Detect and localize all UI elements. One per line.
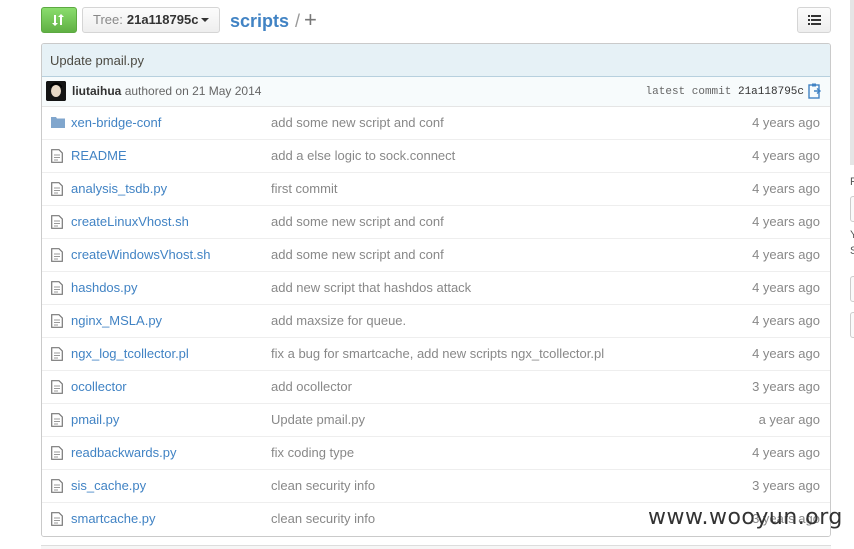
directory-row: xen-bridge-conf add some new script and c… [42, 107, 830, 140]
commit-message-link[interactable]: clean security info [271, 511, 375, 526]
commit-age: a year ago [758, 412, 820, 427]
commit-message-link[interactable]: fix a bug for smartcache, add new script… [271, 346, 604, 361]
commit-age: 4 years ago [752, 445, 820, 460]
clipboard-icon [808, 83, 822, 99]
file-row: nginx_MSLA.py add maxsize for queue. 4 yea… [42, 305, 830, 338]
commit-message-link[interactable]: Update pmail.py [271, 412, 365, 427]
list-view-button[interactable] [797, 7, 831, 33]
copy-sha-button[interactable] [808, 83, 822, 102]
tree-label: Tree: [93, 12, 123, 27]
file-name-link[interactable]: ngx_log_tcollector.pl [71, 346, 189, 361]
commit-age: 4 years ago [752, 148, 820, 163]
list-icon [808, 15, 821, 25]
file-icon [51, 248, 63, 265]
file-row: createWindowsVhost.sh add some new script… [42, 239, 830, 272]
file-icon [51, 149, 63, 166]
sidebar-box[interactable] [850, 196, 854, 222]
repo-toolbar: Tree: 21a118795c scripts / + [0, 0, 854, 40]
file-icon [51, 512, 63, 529]
commit-age: 3 years ago [752, 478, 820, 493]
commit-message-link[interactable]: add maxsize for queue. [271, 313, 406, 328]
commit-age: 4 years ago [752, 346, 820, 361]
commit-age: 4 years ago [752, 313, 820, 328]
breadcrumb: scripts / + [230, 8, 317, 33]
file-row: readbackwards.py fix coding type 4 years a… [42, 437, 830, 470]
commit-meta: liutaihua authored on 21 May 2014 latest… [42, 77, 830, 107]
commit-message-link[interactable]: first commit [271, 181, 337, 196]
commit-age: 3 years ago [752, 379, 820, 394]
commit-message-link[interactable]: add ocollector [271, 379, 352, 394]
file-name-link[interactable]: createLinuxVhost.sh [71, 214, 189, 229]
compare-refresh-icon [52, 14, 64, 26]
commit-message-link[interactable]: add some new script and conf [271, 115, 444, 130]
commit-sha[interactable]: 21a118795c [738, 86, 804, 98]
file-name-link[interactable]: createWindowsVhost.sh [71, 247, 210, 262]
file-name-link[interactable]: smartcache.py [71, 511, 156, 526]
file-name-link[interactable]: README [71, 148, 127, 163]
breadcrumb-separator: / [295, 11, 301, 31]
file-row: ocollector add ocollector 3 years ago [42, 371, 830, 404]
file-name-link[interactable]: nginx_MSLA.py [71, 313, 162, 328]
commit-message-link[interactable]: add new script that hashdos attack [271, 280, 471, 295]
file-icon [51, 446, 63, 463]
latest-commit-title[interactable]: Update pmail.py [42, 44, 830, 77]
commit-author: liutaihua authored on 21 May 2014 [72, 84, 261, 98]
commit-message-link[interactable]: fix coding type [271, 445, 354, 460]
file-name-link[interactable]: hashdos.py [71, 280, 138, 295]
commit-message-link[interactable]: add some new script and conf [271, 214, 444, 229]
latest-commit-label: latest commit [645, 86, 732, 98]
folder-icon [51, 116, 65, 131]
sidebar-fragment: F [850, 176, 854, 188]
breadcrumb-current[interactable]: scripts [230, 11, 289, 31]
file-row: createLinuxVhost.sh add some new script a… [42, 206, 830, 239]
sidebar-divider [850, 0, 854, 165]
watermark: www.wooyun.org [648, 505, 843, 530]
commit-age: 4 years ago [752, 247, 820, 262]
file-row: ngx_log_tcollector.pl fix a bug for smart… [42, 338, 830, 371]
file-row: sis_cache.py clean security info 3 years a… [42, 470, 830, 503]
file-name-link[interactable]: sis_cache.py [71, 478, 146, 493]
file-row: analysis_tsdb.py first commit 4 years ago [42, 173, 830, 206]
latest-commit: latest commit 21a118795c [646, 86, 804, 98]
author-name[interactable]: liutaihua [72, 84, 121, 98]
sidebar-box[interactable] [850, 276, 854, 302]
file-name-link[interactable]: ocollector [71, 379, 127, 394]
file-row: hashdos.py add new script that hashdos at… [42, 272, 830, 305]
sidebar-edge: F Y S [838, 0, 854, 548]
commit-age: 4 years ago [752, 115, 820, 130]
new-file-button[interactable]: + [304, 7, 317, 32]
page-bottom-edge [41, 545, 831, 549]
file-name-link[interactable]: pmail.py [71, 412, 119, 427]
branch-select-button[interactable]: Tree: 21a118795c [82, 7, 220, 33]
commit-age: 4 years ago [752, 280, 820, 295]
commit-age: 4 years ago [752, 181, 820, 196]
tree-name: 21a118795c [126, 12, 199, 27]
file-name-link[interactable]: readbackwards.py [71, 445, 177, 460]
file-icon [51, 215, 63, 232]
sidebar-fragment: Y [850, 229, 854, 241]
file-navigation: Update pmail.py liutaihua authored on 21… [41, 43, 831, 537]
file-icon [51, 182, 63, 199]
commit-age: 4 years ago [752, 214, 820, 229]
sidebar-fragment: S [850, 245, 854, 257]
file-list: xen-bridge-conf add some new script and c… [42, 107, 830, 536]
file-icon [51, 314, 63, 331]
file-icon [51, 380, 63, 397]
sidebar-box[interactable] [850, 312, 854, 338]
commit-message-link[interactable]: add some new script and conf [271, 247, 444, 262]
file-icon [51, 479, 63, 496]
file-icon [51, 413, 63, 430]
file-icon [51, 281, 63, 298]
file-name-link[interactable]: analysis_tsdb.py [71, 181, 167, 196]
chevron-down-icon [201, 18, 209, 22]
commit-message-link[interactable]: add a else logic to sock.connect [271, 148, 455, 163]
file-icon [51, 347, 63, 364]
file-name-link[interactable]: xen-bridge-conf [71, 115, 161, 130]
authored-text: authored on 21 May 2014 [124, 84, 262, 98]
avatar[interactable] [46, 81, 66, 101]
compare-button[interactable] [41, 7, 77, 33]
file-row: README add a else logic to sock.connect 4 … [42, 140, 830, 173]
commit-message-link[interactable]: clean security info [271, 478, 375, 493]
file-row: pmail.py Update pmail.py a year ago [42, 404, 830, 437]
